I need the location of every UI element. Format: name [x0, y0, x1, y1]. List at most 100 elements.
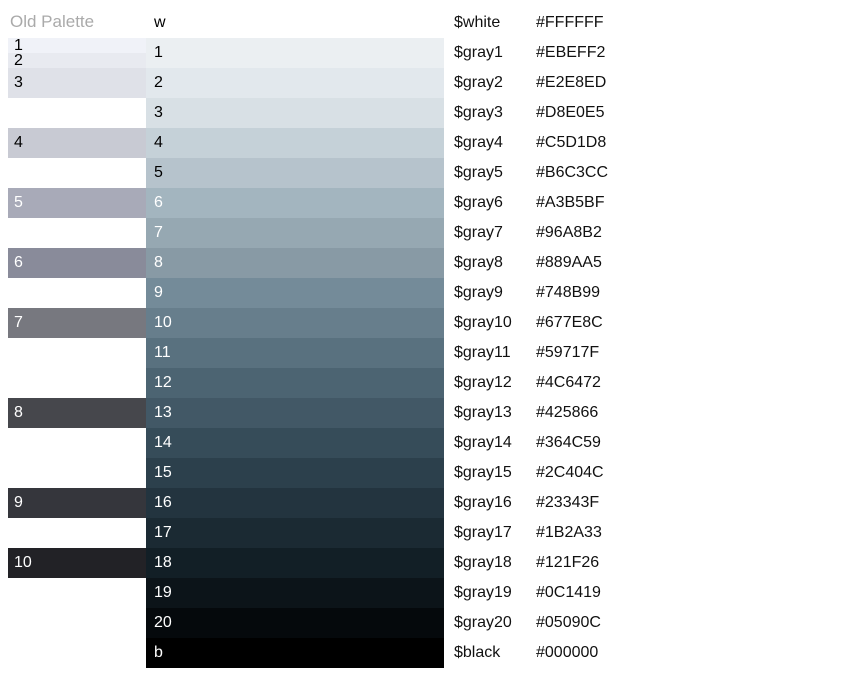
palette-meta-row: $white#FFFFFF [454, 8, 854, 38]
palette-meta-row: $gray7#96A8B2 [454, 218, 854, 248]
palette-var-name: $gray4 [454, 134, 536, 152]
palette-meta-row: $gray15#2C404C [454, 458, 854, 488]
palette-var-name: $gray17 [454, 524, 536, 542]
old-swatch-gap [8, 608, 146, 638]
new-swatch-5: 5 [146, 158, 444, 188]
old-swatch-gap [8, 458, 146, 488]
old-swatch-gap [8, 158, 146, 188]
old-swatch-label: 9 [14, 488, 23, 518]
new-swatch-label: 1 [154, 44, 163, 61]
palette-meta-row: $gray18#121F26 [454, 548, 854, 578]
old-swatch-2: 2 [8, 53, 146, 68]
old-swatch-gap [8, 338, 146, 368]
new-swatch-17: 17 [146, 518, 444, 548]
palette-meta-row: $gray6#A3B5BF [454, 188, 854, 218]
palette-hex-value: #B6C3CC [536, 164, 854, 182]
palette-var-name: $gray10 [454, 314, 536, 332]
old-swatch-gap [8, 578, 146, 608]
palette-meta-row: $gray19#0C1419 [454, 578, 854, 608]
palette-var-name: $gray7 [454, 224, 536, 242]
old-swatch-gap [8, 428, 146, 458]
old-palette-list: 12345678910 [8, 38, 146, 668]
new-palette-list: w1234567891011121314151617181920b [146, 8, 444, 668]
old-swatch-8: 8 [8, 398, 146, 428]
palette-meta-row: $gray14#364C59 [454, 428, 854, 458]
palette-meta-list: $white#FFFFFF$gray1#EBEFF2$gray2#E2E8ED$… [454, 8, 854, 668]
new-swatch-7: 7 [146, 218, 444, 248]
new-swatch-label: 14 [154, 434, 172, 451]
new-swatch-20: 20 [146, 608, 444, 638]
new-swatch-6: 6 [146, 188, 444, 218]
palette-hex-value: #121F26 [536, 554, 854, 572]
old-swatch-10: 10 [8, 548, 146, 578]
palette-hex-value: #748B99 [536, 284, 854, 302]
new-swatch-label: 19 [154, 584, 172, 601]
old-swatch-label: 3 [14, 68, 23, 98]
palette-var-name: $gray15 [454, 464, 536, 482]
old-swatch-gap [8, 218, 146, 248]
new-swatch-label: b [154, 644, 163, 661]
palette-var-name: $gray19 [454, 584, 536, 602]
old-swatch-gap [8, 638, 146, 668]
new-swatch-3: 3 [146, 98, 444, 128]
old-swatch-5: 5 [8, 188, 146, 218]
palette-hex-value: #05090C [536, 614, 854, 632]
palette-hex-value: #425866 [536, 404, 854, 422]
new-swatch-label: 8 [154, 254, 163, 271]
old-swatch-6: 6 [8, 248, 146, 278]
palette-hex-value: #364C59 [536, 434, 854, 452]
new-swatch-8: 8 [146, 248, 444, 278]
palette-meta-row: $gray3#D8E0E5 [454, 98, 854, 128]
old-swatch-label: 2 [14, 53, 23, 68]
new-swatch-label: w [154, 14, 166, 31]
palette-hex-value: #23343F [536, 494, 854, 512]
old-swatch-label: 7 [14, 308, 23, 338]
palette-var-name: $gray8 [454, 254, 536, 272]
old-swatch-label: 6 [14, 248, 23, 278]
palette-meta-row: $gray16#23343F [454, 488, 854, 518]
new-swatch-4: 4 [146, 128, 444, 158]
palette-hex-value: #96A8B2 [536, 224, 854, 242]
palette-var-name: $gray14 [454, 434, 536, 452]
old-swatch-label: 8 [14, 398, 23, 428]
new-swatch-2: 2 [146, 68, 444, 98]
old-swatch-gap [8, 368, 146, 398]
new-swatch-10: 10 [146, 308, 444, 338]
new-swatch-label: 5 [154, 164, 163, 181]
palette-hex-value: #889AA5 [536, 254, 854, 272]
palette-hex-value: #FFFFFF [536, 14, 854, 32]
old-palette-column: Old Palette 12345678910 [8, 8, 146, 668]
new-swatch-label: 12 [154, 374, 172, 391]
palette-var-name: $gray2 [454, 74, 536, 92]
new-swatch-9: 9 [146, 278, 444, 308]
new-swatch-label: 20 [154, 614, 172, 631]
palette-hex-value: #2C404C [536, 464, 854, 482]
old-swatch-7: 7 [8, 308, 146, 338]
new-swatch-13: 13 [146, 398, 444, 428]
new-swatch-label: 6 [154, 194, 163, 211]
palette-var-name: $gray16 [454, 494, 536, 512]
palette-hex-value: #677E8C [536, 314, 854, 332]
new-swatch-label: 2 [154, 74, 163, 91]
new-swatch-19: 19 [146, 578, 444, 608]
old-swatch-gap [8, 98, 146, 128]
old-swatch-gap [8, 278, 146, 308]
palette-meta-row: $gray17#1B2A33 [454, 518, 854, 548]
old-swatch-1: 1 [8, 38, 146, 53]
palette-var-name: $gray11 [454, 344, 536, 362]
palette-var-name: $gray9 [454, 284, 536, 302]
new-swatch-14: 14 [146, 428, 444, 458]
old-swatch-label: 1 [14, 38, 23, 53]
palette-hex-value: #4C6472 [536, 374, 854, 392]
new-swatch-label: 4 [154, 134, 163, 151]
palette-var-name: $gray18 [454, 554, 536, 572]
palette-meta-row: $gray5#B6C3CC [454, 158, 854, 188]
new-swatch-label: 3 [154, 104, 163, 121]
new-swatch-11: 11 [146, 338, 444, 368]
palette-var-name: $gray12 [454, 374, 536, 392]
old-swatch-label: 5 [14, 188, 23, 218]
new-swatch-label: 15 [154, 464, 172, 481]
palette-hex-value: #000000 [536, 644, 854, 662]
palette-meta-row: $gray13#425866 [454, 398, 854, 428]
new-swatch-label: 9 [154, 284, 163, 301]
